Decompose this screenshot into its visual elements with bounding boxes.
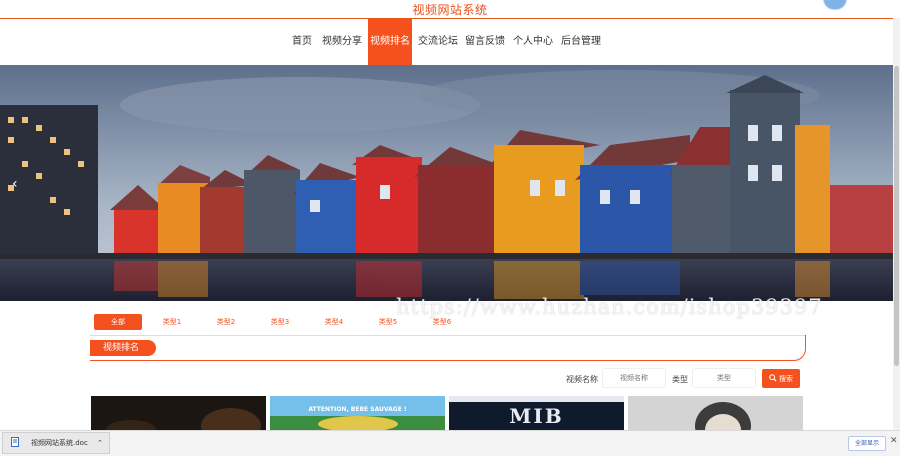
video-card-title: MIB [509, 404, 564, 428]
search-icon [769, 373, 777, 384]
tab-type5[interactable]: 类型5 [364, 314, 412, 330]
video-card-title: ATTENTION, BEBE SAUVAGE ! [308, 406, 407, 413]
download-bar [0, 430, 900, 456]
tab-type4[interactable]: 类型4 [310, 314, 358, 330]
video-card[interactable] [91, 396, 266, 430]
video-card[interactable]: MIB [449, 396, 624, 430]
video-name-input[interactable] [602, 368, 666, 388]
type-label: 类型 [672, 375, 688, 384]
search-button[interactable]: 搜索 [762, 369, 800, 388]
banner-carousel[interactable] [0, 65, 893, 301]
banner-image [0, 65, 893, 301]
nav-item-video-share[interactable]: 视频分享 [320, 19, 364, 65]
download-file-name: 视频网站系统.doc [31, 439, 88, 447]
banner-prev-icon[interactable]: ‹ [12, 176, 18, 192]
nav-item-forum[interactable]: 交流论坛 [416, 19, 460, 65]
video-thumbnail [91, 396, 266, 430]
nav-item-home[interactable]: 首页 [287, 19, 317, 65]
nav-item-video-ranking[interactable]: 视频排名 [368, 19, 412, 65]
close-icon[interactable]: ✕ [890, 436, 898, 446]
main-nav: 首页 视频分享 视频排名 交流论坛 留言反馈 个人中心 后台管理 [0, 19, 900, 65]
tab-type1[interactable]: 类型1 [148, 314, 196, 330]
nav-item-profile[interactable]: 个人中心 [511, 19, 555, 65]
video-card[interactable]: ATTENTION, BEBE SAUVAGE ! [270, 396, 445, 430]
section-title: 视频排名 [90, 340, 156, 356]
tab-type6[interactable]: 类型6 [418, 314, 466, 330]
video-thumbnail [628, 396, 803, 430]
video-card[interactable] [628, 396, 803, 430]
tab-type2[interactable]: 类型2 [202, 314, 250, 330]
nav-item-feedback[interactable]: 留言反馈 [463, 19, 507, 65]
search-button-label: 搜索 [779, 374, 793, 383]
nav-item-admin[interactable]: 后台管理 [559, 19, 603, 65]
tab-type3[interactable]: 类型3 [256, 314, 304, 330]
scrollbar-thumb[interactable] [894, 66, 899, 366]
document-icon [11, 437, 19, 449]
video-thumbnail [270, 396, 445, 430]
show-all-button[interactable]: 全部显示 [848, 436, 886, 451]
top-title-bar: 视频网站系统 [0, 0, 900, 19]
chevron-up-icon[interactable]: ⌃ [97, 439, 103, 447]
video-name-label: 视频名称 [566, 375, 598, 384]
type-input[interactable] [692, 368, 756, 388]
download-item[interactable]: 视频网站系统.doc ⌃ [2, 432, 110, 454]
tab-all[interactable]: 全部 [94, 314, 142, 330]
site-title: 视频网站系统 [412, 3, 488, 17]
section-frame [90, 335, 806, 361]
